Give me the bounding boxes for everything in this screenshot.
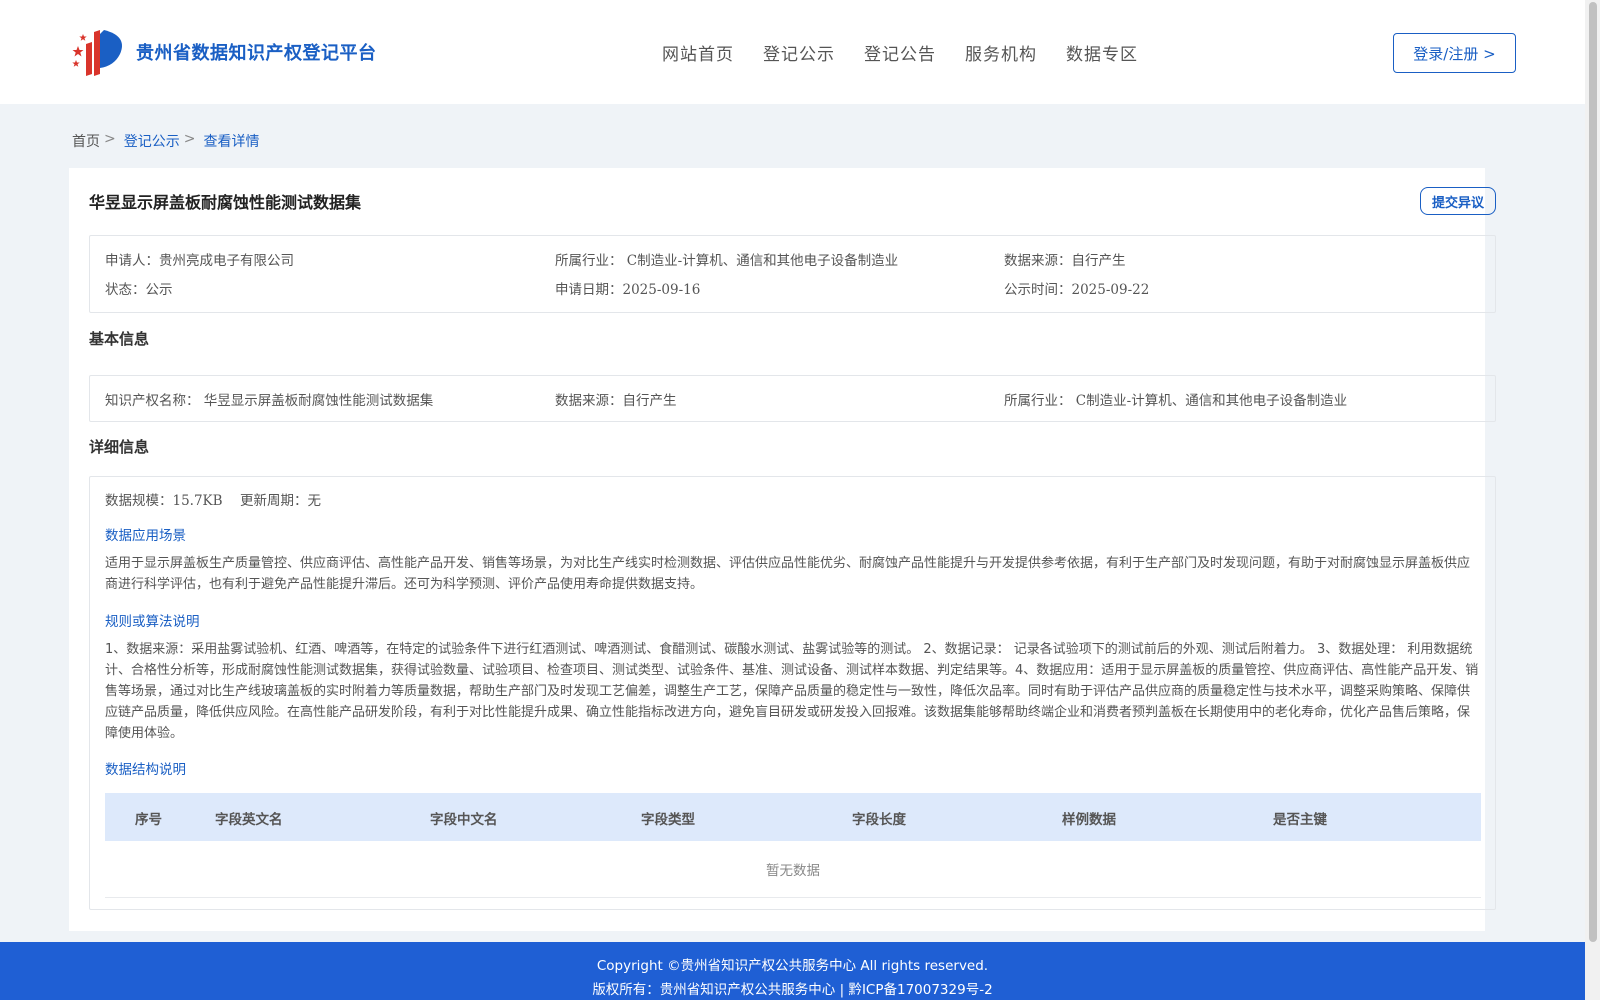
detail-info-box: 数据规模：15.7KB 更新周期：无 数据应用场景 适用于显示屏盖板生产质量管控… <box>89 476 1496 910</box>
nav-item-registration-announcement[interactable]: 登记公告 <box>864 40 936 65</box>
main-nav: 网站首页 登记公示 登记公告 服务机构 数据专区 <box>662 40 1167 65</box>
basic-industry-field: 所属行业： C制造业-计算机、通信和其他电子设备制造业 <box>1004 389 1347 409</box>
basic-industry-value: C制造业-计算机、通信和其他电子设备制造业 <box>1075 393 1348 409</box>
basic-source-field: 数据来源：自行产生 <box>555 389 677 409</box>
data-scale-label: 数据规模： <box>105 493 173 509</box>
breadcrumb-home[interactable]: 首页 <box>72 131 100 151</box>
update-cycle-value: 无 <box>307 493 322 509</box>
column-header-field-length: 字段长度 <box>852 812 906 828</box>
basic-industry-label: 所属行业： <box>1004 393 1072 409</box>
page-scrollbar[interactable] <box>1585 0 1600 1000</box>
nav-item-registration-publicity[interactable]: 登记公示 <box>763 40 835 65</box>
status-label: 状态： <box>105 282 146 298</box>
source-value: 自行产生 <box>1071 253 1126 269</box>
ip-name-value: 华昱显示屏盖板耐腐蚀性能测试数据集 <box>203 393 434 409</box>
publish-date-value: 2025-09-22 <box>1071 282 1150 298</box>
column-header-chinese-name: 字段中文名 <box>430 812 498 828</box>
page-title: 华昱显示屏盖板耐腐蚀性能测试数据集 <box>89 193 362 212</box>
rules-text: 1、数据来源：采用盐雾试验机、红酒、啤酒等，在特定的试验条件下进行红酒测试、啤酒… <box>105 642 1479 741</box>
apply-date-value: 2025-09-16 <box>622 282 701 298</box>
apply-date-field: 申请日期：2025-09-16 <box>555 278 700 298</box>
breadcrumb-registration-publicity[interactable]: 登记公示 <box>124 131 180 151</box>
applicant-field: 申请人：贵州亮成电子有限公司 <box>105 249 294 269</box>
scenario-heading: 数据应用场景 <box>105 528 186 544</box>
structure-table-header: 序号 字段英文名 字段中文名 字段类型 字段长度 样例数据 是否主键 <box>105 793 1481 841</box>
update-cycle-label: 更新周期： <box>240 493 308 509</box>
detail-info-heading: 详细信息 <box>89 438 150 456</box>
basic-info-box: 知识产权名称： 华昱显示屏盖板耐腐蚀性能测试数据集 数据来源：自行产生 所属行业… <box>89 375 1496 422</box>
ip-name-field: 知识产权名称： 华昱显示屏盖板耐腐蚀性能测试数据集 <box>105 389 433 409</box>
login-register-button[interactable]: 登录/注册 > <box>1393 33 1516 73</box>
source-label: 数据来源： <box>1004 253 1072 269</box>
column-header-field-type: 字段类型 <box>641 812 695 828</box>
summary-box: 申请人：贵州亮成电子有限公司 所属行业： C制造业-计算机、通信和其他电子设备制… <box>89 235 1496 313</box>
publish-date-field: 公示时间：2025-09-22 <box>1004 278 1149 298</box>
basic-info-heading: 基本信息 <box>89 330 150 348</box>
site-header: 贵州省数据知识产权登记平台 网站首页 登记公示 登记公告 服务机构 数据专区 登… <box>0 0 1585 104</box>
industry-field: 所属行业： C制造业-计算机、通信和其他电子设备制造业 <box>555 249 898 269</box>
column-header-primary-key: 是否主键 <box>1273 812 1327 828</box>
footer-copyright: Copyright ©贵州省知识产权公共服务中心 All rights rese… <box>596 958 989 974</box>
data-scale-value: 15.7KB <box>172 493 223 509</box>
table-empty-state: 暂无数据 <box>105 841 1481 898</box>
apply-date-label: 申请日期： <box>555 282 623 298</box>
data-scale-field: 数据规模：15.7KB <box>105 489 223 509</box>
status-field: 状态：公示 <box>105 278 173 298</box>
nav-item-service-agencies[interactable]: 服务机构 <box>965 40 1037 65</box>
logo-emblem-icon <box>72 30 122 76</box>
site-footer: Copyright ©贵州省知识产权公共服务中心 All rights rese… <box>0 942 1585 1000</box>
applicant-label: 申请人： <box>105 253 159 269</box>
nav-item-home[interactable]: 网站首页 <box>662 40 734 65</box>
breadcrumb-separator: > <box>104 131 116 147</box>
logo-text: 贵州省数据知识产权登记平台 <box>136 43 377 64</box>
nav-item-data-zone[interactable]: 数据专区 <box>1066 40 1138 65</box>
breadcrumb-current: 查看详情 <box>203 134 260 150</box>
structure-heading: 数据结构说明 <box>105 762 186 778</box>
applicant-value: 贵州亮成电子有限公司 <box>159 253 294 269</box>
scenario-text: 适用于显示屏盖板生产质量管控、供应商评估、高性能产品开发、销售等场景，为对比生产… <box>105 556 1471 592</box>
industry-label: 所属行业： <box>555 253 623 269</box>
column-header-sample-data: 样例数据 <box>1062 812 1116 828</box>
submit-objection-button[interactable]: 提交异议 <box>1420 187 1496 215</box>
industry-value: C制造业-计算机、通信和其他电子设备制造业 <box>626 253 899 269</box>
footer-owner: 版权所有：贵州省知识产权公共服务中心 | 黔ICP备17007329号-2 <box>592 982 993 998</box>
source-field: 数据来源：自行产生 <box>1004 249 1126 269</box>
publish-date-label: 公示时间： <box>1004 282 1072 298</box>
breadcrumb: 首页 > 登记公示 > 查看详情 <box>72 131 259 151</box>
basic-source-label: 数据来源： <box>555 393 623 409</box>
ip-name-label: 知识产权名称： <box>105 393 200 409</box>
detail-card: 华昱显示屏盖板耐腐蚀性能测试数据集 提交异议 申请人：贵州亮成电子有限公司 所属… <box>69 168 1496 931</box>
update-cycle-field: 更新周期：无 <box>240 489 321 509</box>
breadcrumb-separator: > <box>183 131 196 147</box>
rules-heading: 规则或算法说明 <box>105 614 200 630</box>
column-header-index: 序号 <box>135 812 162 828</box>
scrollbar-thumb[interactable] <box>1589 2 1597 942</box>
status-value: 公示 <box>145 282 173 298</box>
site-logo[interactable]: 贵州省数据知识产权登记平台 <box>70 26 377 78</box>
basic-source-value: 自行产生 <box>622 393 677 409</box>
column-header-english-name: 字段英文名 <box>215 812 283 828</box>
